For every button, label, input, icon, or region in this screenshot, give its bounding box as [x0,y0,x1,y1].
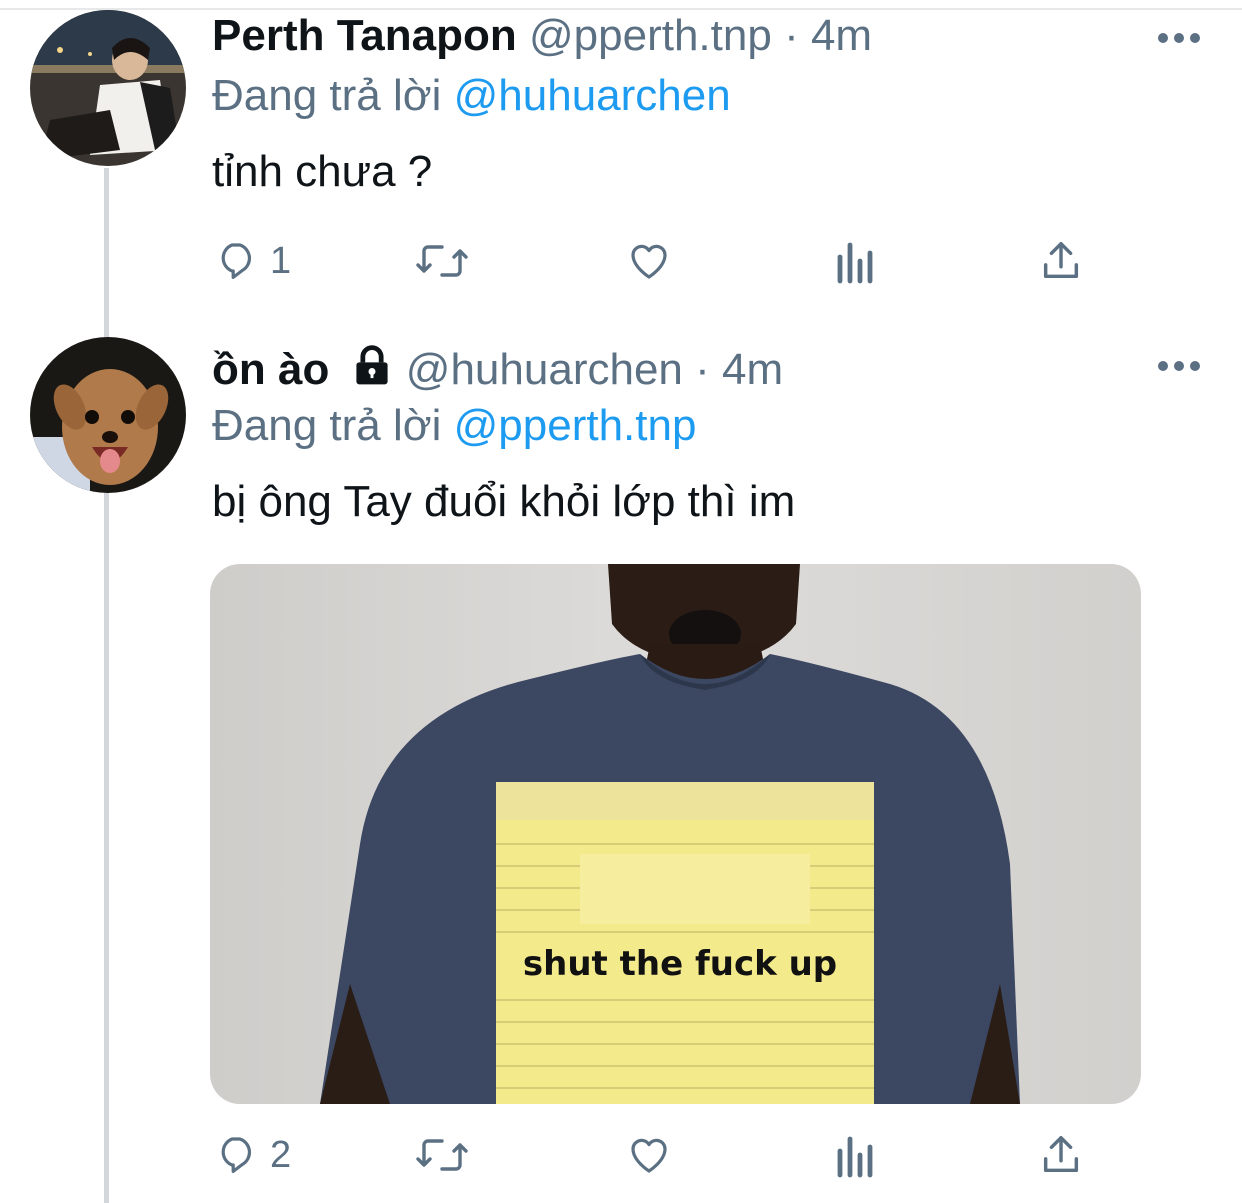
retweet-button[interactable] [412,1130,472,1180]
action-bar: 1 [212,236,1112,286]
analytics-icon [837,1136,873,1178]
user-handle[interactable]: @huhuarchen [406,345,683,394]
reply-button[interactable]: 2 [212,1130,291,1180]
replying-to: Đang trả lời @pperth.tnp [212,400,696,452]
analytics-button[interactable] [834,236,878,286]
like-button[interactable] [624,1130,674,1180]
tweet-1[interactable]: Perth Tanapon @pperth.tnp · 4m Đang trả … [0,0,1242,320]
like-button[interactable] [624,236,674,286]
mention-link[interactable]: @pperth.tnp [454,401,697,450]
retweet-icon [416,1139,468,1171]
replying-to: Đang trả lời @huhuarchen [212,70,731,122]
mention-link[interactable]: @huhuarchen [454,71,731,120]
tweet-text: bị ông Tay đuổi khỏi lớp thì im [212,477,796,526]
share-button[interactable] [1038,1130,1084,1180]
user-handle[interactable]: @pperth.tnp [529,11,772,60]
like-icon [631,1138,667,1173]
display-name[interactable]: ồn ào [212,345,329,394]
reply-button[interactable]: 1 [212,236,291,286]
action-bar: 2 [212,1130,1112,1180]
reply-icon [221,243,252,279]
display-name[interactable]: Perth Tanapon [212,11,517,60]
retweet-icon [416,245,468,277]
lock-icon [355,345,388,385]
reply-count: 2 [270,1133,292,1176]
more-options-icon[interactable] [1158,33,1200,45]
reply-icon [221,1137,252,1173]
replying-prefix: Đang trả lời [212,71,442,120]
retweet-button[interactable] [412,236,472,286]
share-icon [1043,1136,1079,1173]
media-caption: shut the fuck up [522,944,838,984]
reply-count: 1 [270,239,292,282]
tweet-header: Perth Tanapon @pperth.tnp · 4m [212,10,872,62]
share-button[interactable] [1038,236,1084,286]
analytics-button[interactable] [834,1130,878,1180]
avatar[interactable] [30,10,186,166]
avatar[interactable] [30,337,186,493]
separator-dot: · [784,11,799,60]
timestamp[interactable]: 4m [722,345,783,394]
share-icon [1043,242,1079,279]
separator-dot: · [695,345,710,394]
tweet-text: tỉnh chưa ? [212,147,433,196]
timestamp[interactable]: 4m [811,11,872,60]
tweet-header: ồn ào @huhuarchen · 4m [212,344,783,396]
analytics-icon [837,242,873,284]
replying-prefix: Đang trả lời [212,401,442,450]
like-icon [631,244,667,279]
tweet-media-image[interactable]: shut the fuck up [210,564,1141,1104]
more-options-icon[interactable] [1158,361,1200,373]
